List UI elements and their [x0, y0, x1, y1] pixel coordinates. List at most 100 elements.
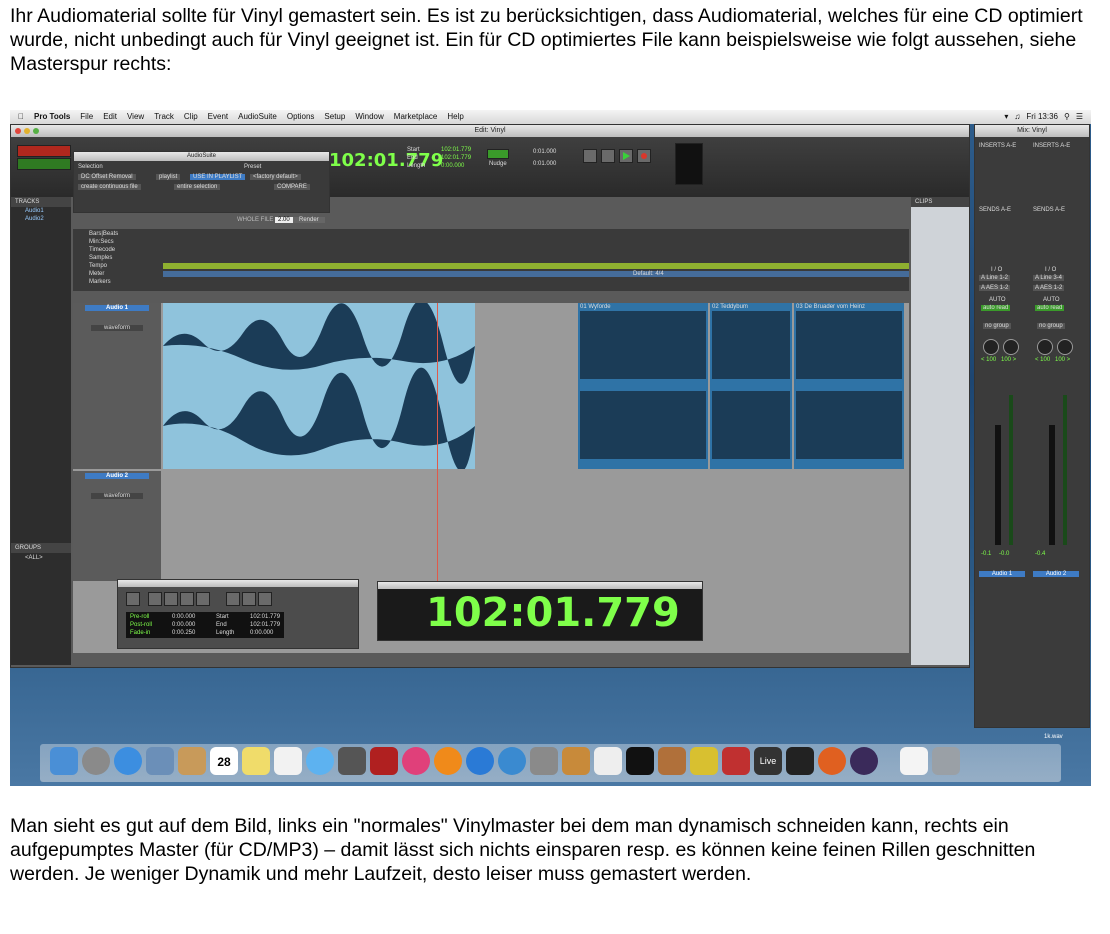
trash-icon[interactable]	[932, 747, 960, 775]
menu-audiosuite[interactable]: AudioSuite	[238, 110, 277, 124]
fadein-value[interactable]: 0:00.250	[172, 630, 195, 636]
volume-value-2[interactable]: -0.4	[1035, 551, 1045, 557]
stop-button[interactable]	[601, 149, 615, 163]
safari-icon[interactable]	[114, 747, 142, 775]
pro-tools-icon[interactable]	[850, 747, 878, 775]
menu-window[interactable]: Window	[355, 110, 383, 124]
start-value[interactable]: 102:01.779	[441, 147, 471, 153]
pan-knob-2a[interactable]	[1037, 339, 1053, 355]
transport-length-value[interactable]: 0:00.000	[250, 630, 273, 636]
transport-return-to-zero-button[interactable]	[148, 592, 162, 606]
slip-mode-button[interactable]	[17, 158, 71, 170]
launchpad-icon[interactable]	[82, 747, 110, 775]
clip-vinyl-master[interactable]	[163, 299, 475, 472]
ruler-minsecs[interactable]: Min:Secs	[89, 239, 114, 245]
fader-2[interactable]	[1049, 425, 1055, 545]
transport-rewind-button[interactable]	[164, 592, 178, 606]
transport-stop-button[interactable]	[226, 592, 240, 606]
archive-utility-icon[interactable]	[562, 747, 590, 775]
shuffle-mode-button[interactable]	[17, 145, 71, 157]
track-name-audio1[interactable]: Audio 1	[85, 305, 149, 311]
finder-icon[interactable]	[50, 747, 78, 775]
group-select-1[interactable]: no group	[983, 323, 1011, 329]
ruler-tempo[interactable]: Tempo	[89, 263, 107, 269]
wifi-icon[interactable]: ▾	[1004, 110, 1008, 124]
end-value[interactable]: 102:01.779	[441, 155, 471, 161]
pan-knob-1b[interactable]	[1003, 339, 1019, 355]
terminal-icon[interactable]	[626, 747, 654, 775]
ibooks-icon[interactable]	[434, 747, 462, 775]
menu-track[interactable]: Track	[154, 110, 174, 124]
notes-icon[interactable]	[242, 747, 270, 775]
input-select-1[interactable]: A Line 1-2	[979, 275, 1011, 281]
auto-mode-2[interactable]: auto read	[1035, 305, 1065, 311]
ruler-timecode[interactable]: Timecode	[89, 247, 115, 253]
transport-end-value[interactable]: 102:01.779	[250, 622, 280, 628]
volume-icon[interactable]: ♫	[1014, 110, 1020, 124]
grid-button[interactable]	[487, 149, 509, 159]
render-button[interactable]: Render	[293, 217, 325, 223]
track-list-item-1[interactable]: Audio1	[11, 207, 71, 215]
volume-value-1b[interactable]: -0.0	[999, 551, 1009, 557]
zoom-button[interactable]	[33, 128, 39, 134]
disk-utility-icon[interactable]	[530, 747, 558, 775]
track-list-item-2[interactable]: Audio2	[11, 215, 71, 223]
calendar-icon[interactable]: 28	[210, 747, 238, 775]
auto-mode-1[interactable]: auto read	[981, 305, 1011, 311]
menu-marketplace[interactable]: Marketplace	[394, 110, 438, 124]
transport-forward-button[interactable]	[180, 592, 194, 606]
group-select-2[interactable]: no group	[1037, 323, 1065, 329]
messages-icon[interactable]	[306, 747, 334, 775]
script-editor-icon[interactable]	[658, 747, 686, 775]
compare-button[interactable]: COMPARE	[274, 184, 310, 190]
output-select-1[interactable]: A AES 1-2	[979, 285, 1011, 291]
channel-name-1[interactable]: Audio 1	[979, 571, 1025, 577]
pan-knob-2b[interactable]	[1057, 339, 1073, 355]
groups-item-all[interactable]: <ALL>	[25, 555, 43, 561]
main-counter[interactable]: 102:01.779	[329, 150, 443, 171]
transport-record-button[interactable]	[258, 592, 272, 606]
keyboard-icon[interactable]	[722, 747, 750, 775]
input-select-2[interactable]: A Line 3-4	[1033, 275, 1065, 281]
ruler-meter[interactable]: Meter	[89, 271, 104, 277]
firefox-icon[interactable]	[818, 747, 846, 775]
fader-1[interactable]	[995, 425, 1001, 545]
channel-name-2[interactable]: Audio 2	[1033, 571, 1079, 577]
ruler-markers[interactable]: Markers	[89, 279, 111, 285]
volume-value-1[interactable]: -0.1	[981, 551, 991, 557]
transport-start-value[interactable]: 102:01.779	[250, 614, 280, 620]
grid-value[interactable]: 0:01.000	[533, 149, 556, 155]
track-name-audio2[interactable]: Audio 2	[85, 473, 149, 479]
menu-edit[interactable]: Edit	[103, 110, 117, 124]
apple-icon[interactable]: 	[18, 110, 24, 124]
mode-select[interactable]: create continuous file	[78, 184, 141, 190]
nudge-value[interactable]: 0:01.000	[533, 161, 556, 167]
preroll-value[interactable]: 0:00.000	[172, 614, 195, 620]
itunes-icon[interactable]	[402, 747, 430, 775]
audio-app-icon[interactable]	[786, 747, 814, 775]
close-button[interactable]	[15, 128, 21, 134]
contacts-icon[interactable]	[178, 747, 206, 775]
menu-setup[interactable]: Setup	[324, 110, 345, 124]
clip-cd-master-3[interactable]: 03 De Bruader vom Heinz	[794, 303, 904, 469]
menu-options[interactable]: Options	[287, 110, 315, 124]
clip-cd-master-1[interactable]: 01 Wyforde	[578, 303, 708, 469]
menu-file[interactable]: File	[80, 110, 93, 124]
record-button[interactable]	[637, 149, 651, 163]
track2-view-selector[interactable]: waveform	[91, 493, 143, 499]
whole-file-value[interactable]: 2.00	[275, 217, 293, 223]
textedit-icon[interactable]	[594, 747, 622, 775]
menu-clip[interactable]: Clip	[184, 110, 198, 124]
ableton-live-icon[interactable]: Live	[754, 747, 782, 775]
length-value[interactable]: 0:00.000	[441, 163, 464, 169]
reminders-icon[interactable]	[274, 747, 302, 775]
spotlight-icon[interactable]: ⚲	[1064, 110, 1070, 124]
plugin-select[interactable]: DC Offset Removal	[78, 174, 136, 180]
app-store-icon[interactable]	[466, 747, 494, 775]
rewind-button[interactable]	[583, 149, 597, 163]
transport-online-button[interactable]	[126, 592, 140, 606]
menu-event[interactable]: Event	[208, 110, 228, 124]
desktop-file-label[interactable]: 1k.wav	[1044, 734, 1063, 740]
menubar-clock[interactable]: Fri 13:36	[1026, 110, 1058, 124]
transport-titlebar[interactable]	[118, 580, 358, 587]
